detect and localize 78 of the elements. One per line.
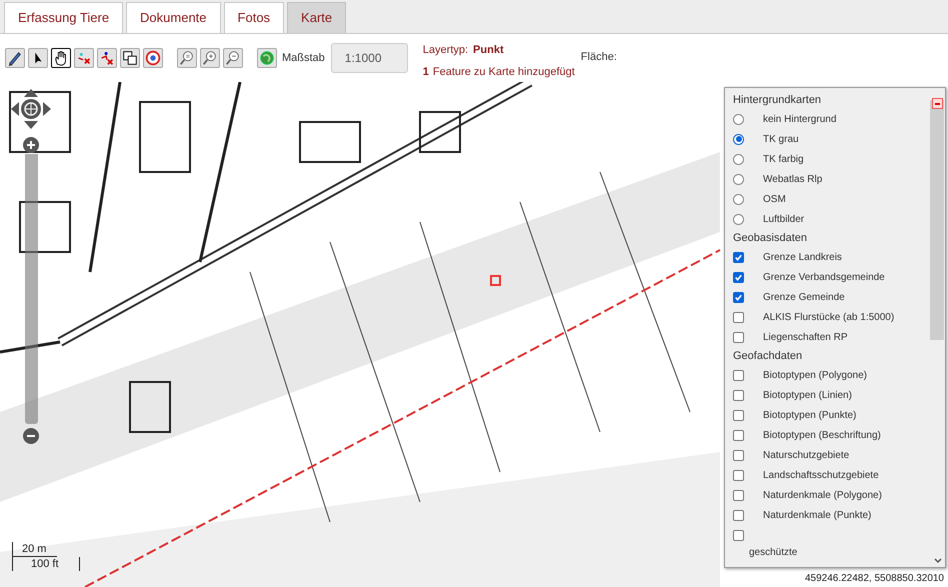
scroll-down-icon[interactable] <box>934 558 942 564</box>
checkbox[interactable] <box>733 450 744 460</box>
checkbox[interactable] <box>733 530 744 540</box>
radio-button[interactable] <box>733 194 744 204</box>
copy-button[interactable] <box>120 48 140 68</box>
collapse-icon[interactable] <box>932 98 943 109</box>
layer-label: Liegenschaften RP <box>763 330 848 344</box>
layer-label: Biotoptypen (Linien) <box>763 388 852 402</box>
checkbox[interactable] <box>733 332 744 342</box>
radio-button[interactable] <box>733 174 744 184</box>
target-icon <box>144 49 162 67</box>
feature-count: 1 <box>422 64 429 80</box>
checkbox[interactable] <box>733 272 744 282</box>
globe-icon <box>258 49 276 67</box>
layer-label: TK farbig <box>763 152 804 166</box>
layer-label: Grenze Landkreis <box>763 250 842 264</box>
checkbox[interactable] <box>733 510 744 520</box>
layer-label: Luftbilder <box>763 212 804 226</box>
checkbox[interactable] <box>733 410 744 420</box>
scale-bar-imperial: 100 ft <box>12 557 80 571</box>
tab[interactable]: Karte <box>287 2 346 33</box>
layer-type-value: Punkt <box>473 43 504 58</box>
checkbox[interactable] <box>733 470 744 480</box>
delete-node-button[interactable] <box>74 48 94 68</box>
layer-label: geschützte <box>748 546 798 560</box>
scrollbar-thumb[interactable] <box>930 100 944 340</box>
checkbox[interactable] <box>733 430 744 440</box>
layer-label: Biotoptypen (Punkte) <box>763 408 856 422</box>
section-heading: Hintergrundkarten <box>733 93 822 108</box>
checkbox[interactable] <box>733 312 744 322</box>
scale-bar-metric: 20 m <box>12 542 57 557</box>
layer-label: Naturdenkmale (Punkte) <box>763 508 872 522</box>
pencil-button[interactable] <box>5 48 25 68</box>
layer-label: Naturdenkmale (Polygone) <box>763 488 882 502</box>
pointer-button[interactable] <box>28 48 48 68</box>
radio-button[interactable] <box>733 114 744 124</box>
delete-vertex-button[interactable] <box>97 48 117 68</box>
zoom-icon <box>178 49 196 67</box>
section-heading: Geofachdaten <box>733 349 804 364</box>
zoom-out-icon <box>224 49 242 67</box>
plus-icon <box>26 140 36 150</box>
zoom-in-icon <box>201 49 219 67</box>
checkbox[interactable] <box>733 292 744 302</box>
radio-button[interactable] <box>733 134 744 144</box>
radio-button[interactable] <box>733 214 744 224</box>
checkbox[interactable] <box>733 370 744 380</box>
area-label: Fläche: <box>580 50 617 65</box>
layer-label: Grenze Gemeinde <box>763 290 845 304</box>
zoom-out-button[interactable] <box>223 48 243 68</box>
checkbox[interactable] <box>733 490 744 500</box>
tab[interactable]: Fotos <box>224 2 284 33</box>
scale-field[interactable]: 1:1000 <box>330 43 408 73</box>
hand-button[interactable] <box>51 48 71 68</box>
layer-type-label: Layertyp: <box>422 43 468 58</box>
copy-icon <box>121 49 139 67</box>
section-heading: Geobasisdaten <box>733 231 808 246</box>
checkbox[interactable] <box>733 252 744 262</box>
layer-label: ALKIS Flurstücke (ab 1:5000) <box>763 310 894 324</box>
layer-label: Grenze Verbandsgemeinde <box>763 270 885 284</box>
pencil-icon <box>6 49 24 67</box>
layer-label: OSM <box>763 192 786 206</box>
globe-button[interactable] <box>257 48 277 68</box>
radio-button[interactable] <box>733 154 744 164</box>
tab[interactable]: Erfassung Tiere <box>4 2 124 33</box>
layer-label: TK grau <box>763 132 799 146</box>
zoom-button[interactable] <box>177 48 197 68</box>
layer-label: Webatlas Rlp <box>763 172 822 186</box>
pan-control-icon[interactable] <box>10 88 52 130</box>
target-button[interactable] <box>143 48 163 68</box>
layer-label: Landschaftsschutzgebiete <box>763 468 879 482</box>
checkbox[interactable] <box>733 390 744 400</box>
layer-label: Biotoptypen (Polygone) <box>763 368 867 382</box>
scale-label: Maßstab <box>282 50 325 66</box>
feature-message: Feature zu Karte hinzugefügt <box>432 64 575 80</box>
tab[interactable]: Dokumente <box>126 2 221 33</box>
layer-label: Naturschutzgebiete <box>763 448 850 462</box>
layer-label: kein Hintergrund <box>763 112 836 126</box>
layer-label: Biotoptypen (Beschriftung) <box>763 428 881 442</box>
